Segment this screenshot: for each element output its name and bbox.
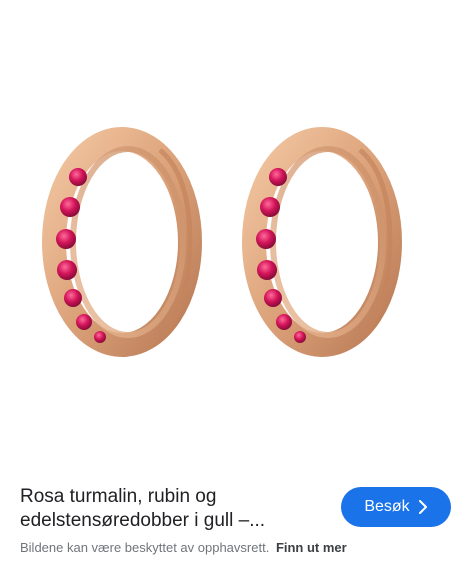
copyright-notice: Bildene kan være beskyttet av opphavsret… [20, 540, 270, 555]
result-caption: Rosa turmalin, rubin og edelstensøredobb… [20, 485, 320, 533]
result-title[interactable]: Rosa turmalin, rubin og edelstensøredobb… [20, 485, 320, 533]
image-result-panel: Rosa turmalin, rubin og edelstensøredobb… [0, 0, 470, 575]
right-earring [242, 127, 402, 357]
left-earring [42, 127, 202, 357]
visit-button-label: Besøk [364, 498, 410, 515]
earrings-illustration [42, 127, 402, 357]
chevron-right-icon [418, 500, 428, 514]
learn-more-link[interactable]: Finn ut mer [276, 540, 347, 555]
copyright-line: Bildene kan være beskyttet av opphavsret… [20, 540, 347, 556]
product-image[interactable] [0, 0, 470, 470]
visit-button[interactable]: Besøk [341, 487, 451, 527]
